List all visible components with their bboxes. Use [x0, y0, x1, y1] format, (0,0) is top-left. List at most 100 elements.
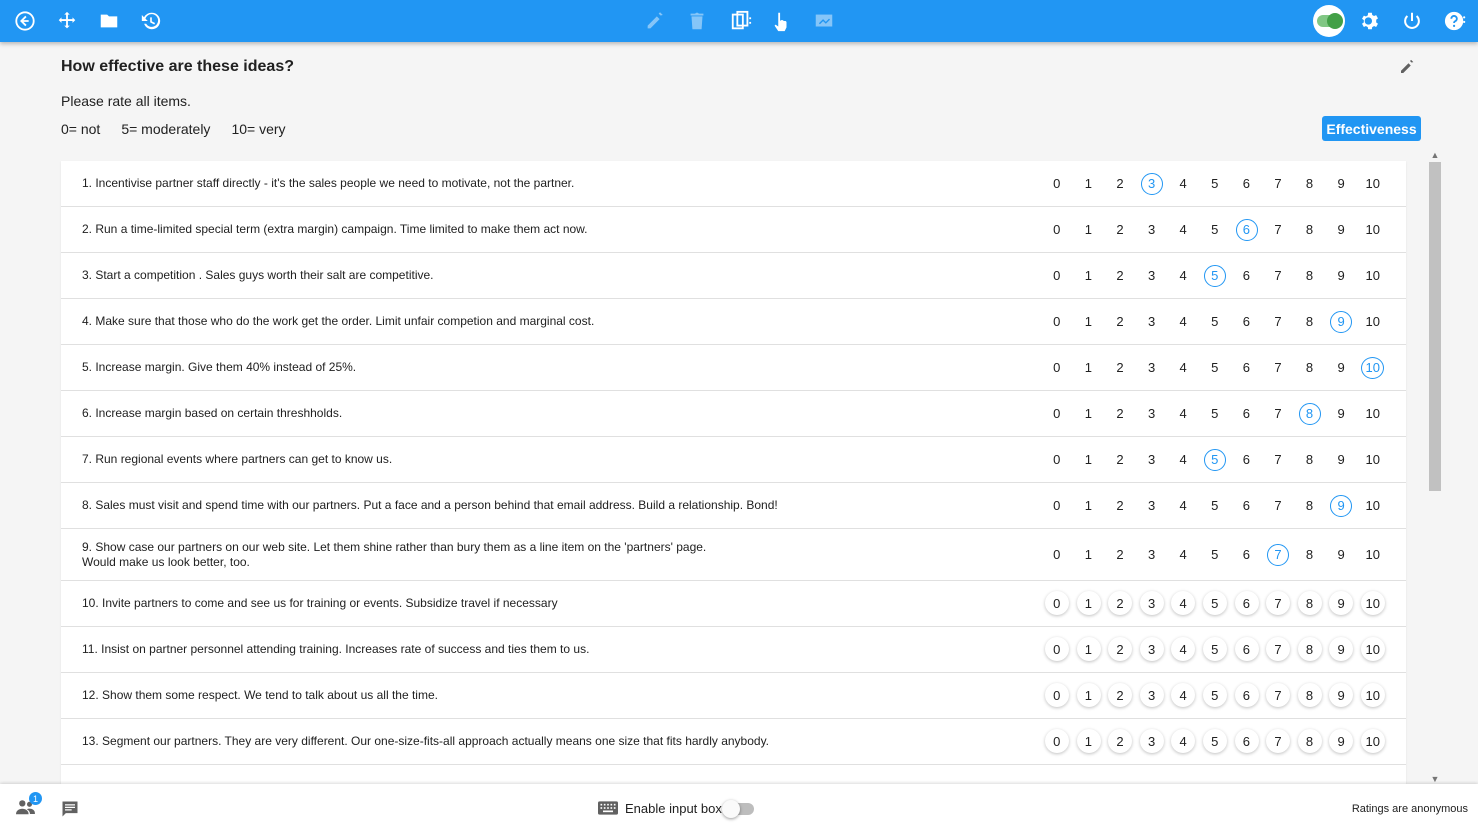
chat-icon[interactable]	[60, 799, 80, 819]
rating-option-9[interactable]: 9	[1325, 219, 1357, 241]
rating-option-7[interactable]: 7	[1262, 449, 1294, 471]
rating-option-9[interactable]: 9	[1325, 729, 1357, 753]
power-icon[interactable]	[1398, 7, 1426, 35]
rating-option-8[interactable]: 8	[1294, 357, 1326, 379]
rating-option-1[interactable]: 1	[1073, 173, 1105, 195]
rating-option-8[interactable]: 8	[1294, 311, 1326, 333]
rating-option-1[interactable]: 1	[1073, 729, 1105, 753]
rating-option-8[interactable]: 8	[1294, 544, 1326, 566]
rating-option-1[interactable]: 1	[1073, 637, 1105, 661]
rating-option-7[interactable]: 7	[1262, 683, 1294, 707]
rating-option-0[interactable]: 0	[1041, 265, 1073, 287]
rating-option-4[interactable]: 4	[1167, 729, 1199, 753]
rating-option-1[interactable]: 1	[1073, 265, 1105, 287]
copy-icon[interactable]	[727, 7, 755, 35]
rating-option-6[interactable]: 6	[1231, 683, 1263, 707]
rating-option-9[interactable]: 9	[1325, 173, 1357, 195]
rating-option-3[interactable]: 3	[1136, 265, 1168, 287]
rating-option-5[interactable]: 5	[1199, 495, 1231, 517]
rating-option-7[interactable]: 7	[1262, 403, 1294, 425]
rating-option-1[interactable]: 1	[1073, 219, 1105, 241]
rating-option-8[interactable]: 8	[1294, 637, 1326, 661]
rating-option-2[interactable]: 2	[1104, 311, 1136, 333]
rating-option-0[interactable]: 0	[1041, 403, 1073, 425]
rating-option-8[interactable]: 8	[1294, 173, 1326, 195]
rating-option-0[interactable]: 0	[1041, 311, 1073, 333]
rating-option-0[interactable]: 0	[1041, 449, 1073, 471]
rating-option-6[interactable]: 6	[1231, 495, 1263, 517]
rating-option-6[interactable]: 6	[1231, 544, 1263, 566]
folder-icon[interactable]	[95, 7, 123, 35]
rating-option-5[interactable]: 5	[1199, 357, 1231, 379]
rating-option-8[interactable]: 8	[1294, 403, 1326, 425]
rating-option-5[interactable]: 5	[1199, 403, 1231, 425]
rating-option-9[interactable]: 9	[1325, 449, 1357, 471]
rating-option-0[interactable]: 0	[1041, 637, 1073, 661]
rating-option-9[interactable]: 9	[1325, 357, 1357, 379]
rating-option-4[interactable]: 4	[1167, 219, 1199, 241]
rating-option-10[interactable]: 10	[1357, 544, 1389, 566]
rating-option-2[interactable]: 2	[1104, 265, 1136, 287]
rating-option-2[interactable]: 2	[1104, 403, 1136, 425]
rating-option-9[interactable]: 9	[1325, 544, 1357, 566]
rating-option-6[interactable]: 6	[1231, 219, 1263, 241]
rating-option-3[interactable]: 3	[1136, 403, 1168, 425]
move-icon[interactable]	[53, 7, 81, 35]
rating-option-2[interactable]: 2	[1104, 544, 1136, 566]
rating-option-5[interactable]: 5	[1199, 591, 1231, 615]
rating-option-3[interactable]: 3	[1136, 544, 1168, 566]
rating-option-4[interactable]: 4	[1167, 357, 1199, 379]
rating-option-10[interactable]: 10	[1357, 311, 1389, 333]
rating-option-6[interactable]: 6	[1231, 449, 1263, 471]
rating-option-4[interactable]: 4	[1167, 591, 1199, 615]
rating-option-2[interactable]: 2	[1104, 683, 1136, 707]
rating-option-4[interactable]: 4	[1167, 311, 1199, 333]
rating-option-3[interactable]: 3	[1136, 311, 1168, 333]
rating-option-6[interactable]: 6	[1231, 403, 1263, 425]
rating-option-3[interactable]: 3	[1136, 357, 1168, 379]
rating-option-6[interactable]: 6	[1231, 265, 1263, 287]
rating-option-4[interactable]: 4	[1167, 637, 1199, 661]
rating-option-9[interactable]: 9	[1325, 637, 1357, 661]
rating-option-7[interactable]: 7	[1262, 591, 1294, 615]
rating-option-7[interactable]: 7	[1262, 544, 1294, 566]
rating-option-3[interactable]: 3	[1136, 449, 1168, 471]
back-icon[interactable]	[11, 7, 39, 35]
rating-option-7[interactable]: 7	[1262, 637, 1294, 661]
effectiveness-button[interactable]: Effectiveness	[1322, 116, 1421, 141]
rating-option-10[interactable]: 10	[1357, 265, 1389, 287]
rating-option-0[interactable]: 0	[1041, 173, 1073, 195]
history-icon[interactable]	[137, 7, 165, 35]
rating-option-0[interactable]: 0	[1041, 544, 1073, 566]
rating-option-5[interactable]: 5	[1199, 219, 1231, 241]
rating-option-7[interactable]: 7	[1262, 729, 1294, 753]
rating-option-0[interactable]: 0	[1041, 683, 1073, 707]
rating-option-10[interactable]: 10	[1357, 173, 1389, 195]
rating-option-5[interactable]: 5	[1199, 173, 1231, 195]
rating-option-8[interactable]: 8	[1294, 449, 1326, 471]
screen-icon[interactable]	[810, 7, 838, 35]
rating-option-2[interactable]: 2	[1104, 173, 1136, 195]
rating-option-9[interactable]: 9	[1325, 683, 1357, 707]
rating-option-7[interactable]: 7	[1262, 219, 1294, 241]
rating-option-2[interactable]: 2	[1104, 357, 1136, 379]
rating-option-3[interactable]: 3	[1136, 591, 1168, 615]
rating-option-2[interactable]: 2	[1104, 449, 1136, 471]
rating-option-5[interactable]: 5	[1199, 637, 1231, 661]
rating-option-4[interactable]: 4	[1167, 403, 1199, 425]
scrollbar[interactable]: ▲ ▼	[1428, 150, 1442, 784]
scroll-down-icon[interactable]: ▼	[1430, 774, 1440, 784]
rating-option-2[interactable]: 2	[1104, 591, 1136, 615]
rating-option-0[interactable]: 0	[1041, 357, 1073, 379]
rating-option-2[interactable]: 2	[1104, 495, 1136, 517]
rating-option-5[interactable]: 5	[1199, 311, 1231, 333]
rating-option-4[interactable]: 4	[1167, 683, 1199, 707]
rating-option-8[interactable]: 8	[1294, 219, 1326, 241]
rating-option-7[interactable]: 7	[1262, 495, 1294, 517]
rating-option-4[interactable]: 4	[1167, 544, 1199, 566]
rating-option-7[interactable]: 7	[1262, 173, 1294, 195]
trash-icon[interactable]	[683, 7, 711, 35]
help-icon[interactable]	[1441, 7, 1469, 35]
scroll-up-icon[interactable]: ▲	[1430, 150, 1440, 160]
rating-option-4[interactable]: 4	[1167, 173, 1199, 195]
